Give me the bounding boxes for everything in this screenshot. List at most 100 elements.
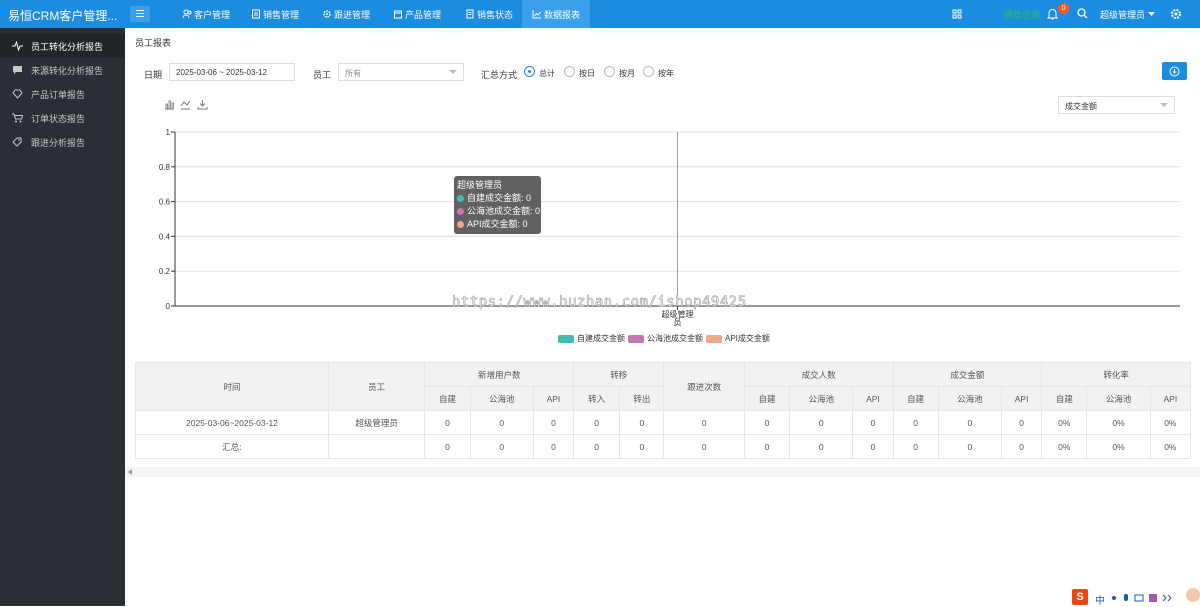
nav-reports[interactable]: 数据报表 xyxy=(522,0,590,28)
sub-col-header: 公海池 xyxy=(1086,386,1151,411)
ime-toolbar: S 中 xyxy=(1072,588,1200,607)
table-cell: 0 xyxy=(1001,410,1043,435)
legend-item[interactable]: API成交金额 xyxy=(706,333,770,344)
radio-yearly[interactable] xyxy=(643,66,654,77)
sidebar-item-staff-report[interactable]: 员工转化分析报告 xyxy=(0,34,125,58)
col-header: 新增用户数 xyxy=(424,362,575,387)
staff-label: 员工 xyxy=(313,70,332,80)
sub-col-header: API xyxy=(852,386,894,411)
sidebar-item-order-status-report[interactable]: 订单状态报告 xyxy=(0,106,125,130)
col-header: 跟进次数 xyxy=(663,362,745,411)
table-body: 2025-03-06~2025-03-12 超级管理员 0 0 0 0 0 0 0 0 0 0 0 0 0%… xyxy=(135,410,1192,459)
radio-daily[interactable] xyxy=(564,66,575,77)
y-tick-label: 1 xyxy=(166,128,171,137)
user-menu[interactable]: 超级管理员 xyxy=(1100,8,1145,21)
ime-lang-toggle[interactable]: 中 xyxy=(1095,592,1105,607)
ime-tool-icons[interactable] xyxy=(1110,593,1190,603)
grid-apps-icon[interactable] xyxy=(952,9,962,19)
table-cell: 0% xyxy=(1041,434,1088,459)
download-button[interactable] xyxy=(1162,62,1187,80)
sidebar-item-product-order-report[interactable]: 产品订单报告 xyxy=(0,82,125,106)
sub-col-header: 公海池 xyxy=(469,386,534,411)
radio-total[interactable] xyxy=(524,66,535,77)
sogou-logo-icon[interactable]: S xyxy=(1072,589,1088,605)
y-tick-label: 0.8 xyxy=(159,163,171,172)
legend-item[interactable]: 自建成交金额 xyxy=(558,333,625,344)
caret-down-icon xyxy=(1148,12,1155,16)
table-cell: 0% xyxy=(1149,434,1192,459)
avatar[interactable] xyxy=(1186,588,1200,602)
nav-products[interactable]: 产品管理 xyxy=(391,0,443,28)
sidebar-item-source-report[interactable]: 来源转化分析报告 xyxy=(0,58,125,82)
table-cell: 0 xyxy=(573,434,621,459)
nav-sales[interactable]: 销售管理 xyxy=(249,0,301,28)
menu-toggle-button[interactable] xyxy=(130,6,150,22)
settings-gear-icon[interactable] xyxy=(1170,8,1182,20)
sub-col-header: API xyxy=(1001,386,1043,411)
horizontal-scrollbar[interactable] xyxy=(125,467,1200,477)
scroll-left-icon[interactable] xyxy=(128,469,132,475)
tooltip-title: 超级管理员 xyxy=(457,180,503,190)
chevron-down-icon xyxy=(1160,103,1168,107)
watermark-text: https://www.huzhan.com/ishop49425 xyxy=(452,294,747,311)
col-header: 时间 xyxy=(135,362,329,411)
table-cell: 2025-03-06~2025-03-12 xyxy=(135,410,329,435)
y-tick-label: 0.2 xyxy=(159,267,171,276)
sidebar-item-followup-report[interactable]: 跟进分析报告 xyxy=(0,130,125,154)
table-cell: 0 xyxy=(573,410,621,435)
tag-icon xyxy=(12,137,22,147)
sub-col-header: API xyxy=(532,386,575,411)
table-cell: 0 xyxy=(619,434,665,459)
table-cell: 0% xyxy=(1149,410,1192,435)
table-row: 2025-03-06~2025-03-12 超级管理员 0 0 0 0 0 0 0 0 0 0 0 0 0%… xyxy=(135,410,1192,435)
sub-col-header: API xyxy=(1149,386,1192,411)
table-cell: 0 xyxy=(743,410,791,435)
nav-customers[interactable]: 客户管理 xyxy=(180,0,232,28)
radio-monthly[interactable] xyxy=(604,66,615,77)
table-cell: 0% xyxy=(1086,434,1151,459)
sub-col-header: 转出 xyxy=(619,386,665,411)
table-cell: 0 xyxy=(937,410,1003,435)
comment-icon xyxy=(13,66,22,74)
y-tick-label: 0.4 xyxy=(159,232,171,241)
table-cell: 0 xyxy=(469,410,534,435)
box-icon xyxy=(394,10,402,19)
sub-col-header: 自建 xyxy=(1041,386,1088,411)
tooltip-row: 自建成交金额: 0 xyxy=(457,192,538,205)
table-cell: 0 xyxy=(663,434,745,459)
col-header: 员工 xyxy=(327,362,426,411)
nav-sales-status[interactable]: 销售状态 xyxy=(463,0,515,28)
notification-badge: 0 xyxy=(1058,3,1069,14)
table-cell: 0 xyxy=(469,434,534,459)
table-cell: 0 xyxy=(892,410,939,435)
metric-select[interactable]: 成交金额 xyxy=(1058,96,1175,114)
table-cell: 0 xyxy=(937,434,1003,459)
bell-icon[interactable] xyxy=(1047,8,1058,20)
table-cell xyxy=(327,434,426,459)
top-navbar: 易恒CRM客户管理... 客户管理 销售管理 跟进管理 产品管理 销售状态 数据… xyxy=(0,0,1200,28)
wechat-consult-link[interactable]: 微信咨询 xyxy=(1004,8,1040,21)
breadcrumb: 员工报表 xyxy=(135,38,172,48)
table-cell: 0 xyxy=(789,434,854,459)
staff-select[interactable]: 所有 xyxy=(338,63,464,81)
nav-followup[interactable]: 跟进管理 xyxy=(320,0,372,28)
sub-col-header: 自建 xyxy=(424,386,471,411)
sidebar: 员工转化分析报告 来源转化分析报告 产品订单报告 订单状态报告 跟进分析报告 xyxy=(0,28,125,606)
mode-label: 汇总方式 xyxy=(481,70,518,80)
search-icon[interactable] xyxy=(1077,8,1088,19)
tooltip-row: 公海池成交金额: 0 xyxy=(457,205,540,218)
line-chart-toggle-icon[interactable] xyxy=(180,99,191,110)
save-image-icon[interactable] xyxy=(197,99,208,110)
y-tick-label: 0 xyxy=(166,302,171,311)
chart-tooltip: 超级管理员 自建成交金额: 0 公海池成交金额: 0 API成交金额: 0 xyxy=(454,176,541,234)
sub-col-header: 转入 xyxy=(573,386,621,411)
table-cell: 0% xyxy=(1086,410,1151,435)
table-row: 汇总: 0 0 0 0 0 0 0 0 0 0 0 0 0% 0% 0% xyxy=(135,434,1192,459)
table-cell: 0 xyxy=(424,410,471,435)
table-cell: 超级管理员 xyxy=(327,410,426,435)
bar-chart-toggle-icon[interactable] xyxy=(164,99,175,110)
table-cell: 0 xyxy=(619,410,665,435)
date-range-input[interactable]: 2025-03-06 ~ 2025-03-12 xyxy=(169,63,295,81)
x-tick-label: 员 xyxy=(674,318,682,327)
legend-item[interactable]: 公海池成交金额 xyxy=(628,333,703,344)
